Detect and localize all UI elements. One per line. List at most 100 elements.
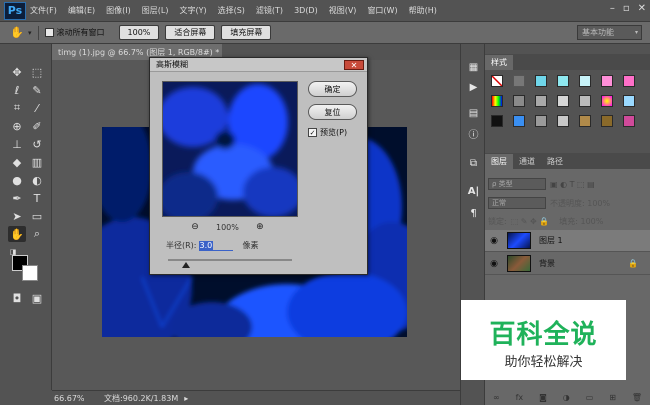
group-icon[interactable]: ▭ bbox=[586, 393, 594, 402]
pen-tool-icon[interactable]: ✒ bbox=[8, 190, 26, 206]
status-menu-arrow-icon[interactable]: ▸ bbox=[184, 394, 188, 403]
background-color-swatch[interactable] bbox=[22, 265, 38, 281]
style-swatch[interactable] bbox=[579, 75, 591, 87]
trash-icon[interactable]: 🗑 bbox=[632, 393, 642, 402]
dialog-close-button[interactable]: ✕ bbox=[344, 60, 364, 70]
layer-row-background[interactable]: ◉ 背景 🔒 bbox=[485, 253, 650, 275]
blend-mode-select[interactable]: 正常 bbox=[488, 197, 546, 209]
menu-filter[interactable]: 滤镜(T) bbox=[256, 5, 283, 16]
style-swatch[interactable] bbox=[513, 115, 525, 127]
eraser-tool-icon[interactable]: ◆ bbox=[8, 154, 26, 170]
layer-mask-icon[interactable]: ◙ bbox=[539, 393, 547, 402]
healing-brush-tool-icon[interactable]: ⊕ bbox=[8, 118, 26, 134]
layer-style-icon[interactable]: fx bbox=[516, 393, 524, 402]
filter-icons[interactable]: ▣ ◐ T ⬚ ▤ bbox=[550, 180, 595, 189]
style-swatch[interactable] bbox=[535, 115, 547, 127]
crop-tool-icon[interactable]: ⌗ bbox=[8, 100, 26, 116]
layer-kind-filter[interactable]: ρ 类型 bbox=[488, 178, 546, 190]
link-layers-icon[interactable]: ∞ bbox=[493, 393, 500, 402]
type-tool-icon[interactable]: T bbox=[28, 190, 46, 206]
style-swatch[interactable] bbox=[491, 95, 503, 107]
history-brush-tool-icon[interactable]: ↺ bbox=[28, 136, 46, 152]
style-swatch[interactable] bbox=[535, 75, 547, 87]
layer-row-layer1[interactable]: ◉ 图层 1 bbox=[485, 230, 650, 252]
info-panel-icon[interactable]: ⓘ bbox=[466, 126, 481, 141]
preview-checkbox-row[interactable]: ✓ 预览(P) bbox=[308, 127, 347, 138]
tab-channels[interactable]: 通道 bbox=[513, 154, 541, 169]
menu-edit[interactable]: 编辑(E) bbox=[68, 5, 95, 16]
workspace-select[interactable]: 基本功能 ▾ bbox=[577, 25, 642, 40]
ok-button[interactable]: 确定 bbox=[308, 81, 357, 97]
style-swatch[interactable] bbox=[579, 115, 591, 127]
blur-preview[interactable] bbox=[162, 81, 298, 217]
gradient-tool-icon[interactable]: ▥ bbox=[28, 154, 46, 170]
eyedropper-tool-icon[interactable]: ⁄ bbox=[28, 100, 46, 116]
fill-field[interactable]: 填充: 100% bbox=[559, 216, 603, 227]
zoom-in-icon[interactable]: ⊕ bbox=[255, 222, 265, 232]
properties-panel-icon[interactable]: ▤ bbox=[466, 106, 481, 120]
rectangle-tool-icon[interactable]: ▭ bbox=[28, 208, 46, 224]
clone-source-panel-icon[interactable]: ⧉ bbox=[466, 156, 481, 170]
style-swatch[interactable] bbox=[535, 95, 547, 107]
screen-mode-icon[interactable]: ▣ bbox=[28, 290, 46, 306]
style-swatch[interactable] bbox=[557, 115, 569, 127]
style-swatch[interactable] bbox=[623, 75, 635, 87]
style-swatch[interactable] bbox=[557, 95, 569, 107]
quick-mask-icon[interactable]: ◘ bbox=[8, 290, 26, 306]
lasso-tool-icon[interactable]: ℓ bbox=[8, 82, 26, 98]
clone-stamp-tool-icon[interactable]: ⊥ bbox=[8, 136, 26, 152]
zoom-tool-icon[interactable]: ⌕ bbox=[28, 226, 46, 242]
restore-icon[interactable]: ▫ bbox=[623, 3, 630, 14]
hand-tool-preset-icon[interactable]: ✋ bbox=[8, 25, 26, 41]
style-swatch[interactable] bbox=[579, 95, 591, 107]
tab-paths[interactable]: 路径 bbox=[541, 154, 569, 169]
brush-tool-icon[interactable]: ✐ bbox=[28, 118, 46, 134]
new-layer-icon[interactable]: ⊞ bbox=[609, 393, 616, 402]
eye-icon[interactable]: ◉ bbox=[485, 236, 503, 246]
minimize-icon[interactable]: – bbox=[610, 3, 615, 14]
lock-icons[interactable]: ⬚ ✎ ✥ 🔒 bbox=[511, 217, 550, 226]
radius-slider-thumb[interactable] bbox=[182, 262, 190, 268]
style-swatch-none[interactable] bbox=[491, 75, 503, 87]
style-swatch[interactable] bbox=[601, 115, 613, 127]
marquee-tool-icon[interactable]: ⬚ bbox=[28, 64, 46, 80]
quick-select-tool-icon[interactable]: ✎ bbox=[28, 82, 46, 98]
style-swatch[interactable] bbox=[513, 75, 525, 87]
paragraph-panel-icon[interactable]: ¶ bbox=[466, 206, 481, 220]
hand-tool-icon[interactable]: ✋ bbox=[8, 226, 26, 242]
character-panel-icon[interactable]: A| bbox=[466, 184, 481, 198]
menu-type[interactable]: 文字(Y) bbox=[179, 5, 206, 16]
menu-select[interactable]: 选择(S) bbox=[218, 5, 245, 16]
style-swatch[interactable] bbox=[513, 95, 525, 107]
menu-window[interactable]: 窗口(W) bbox=[367, 5, 397, 16]
radius-slider-track[interactable] bbox=[168, 259, 292, 261]
path-select-tool-icon[interactable]: ➤ bbox=[8, 208, 26, 224]
style-swatch[interactable] bbox=[557, 75, 569, 87]
dodge-tool-icon[interactable]: ◐ bbox=[28, 172, 46, 188]
tab-styles[interactable]: 样式 bbox=[485, 55, 513, 70]
status-zoom[interactable]: 66.67% bbox=[52, 394, 102, 403]
menu-3d[interactable]: 3D(D) bbox=[294, 6, 318, 15]
reset-button[interactable]: 复位 bbox=[308, 104, 357, 120]
style-swatch[interactable] bbox=[491, 115, 503, 127]
history-panel-icon[interactable]: ▦ bbox=[466, 60, 481, 74]
menu-help[interactable]: 帮助(H) bbox=[409, 5, 437, 16]
preview-checkbox[interactable]: ✓ bbox=[308, 128, 317, 137]
menu-image[interactable]: 图像(I) bbox=[106, 5, 131, 16]
move-tool-icon[interactable]: ✥ bbox=[8, 64, 26, 80]
actions-panel-icon[interactable]: ▶ bbox=[466, 80, 481, 94]
tab-layers[interactable]: 图层 bbox=[485, 154, 513, 169]
zoom-100-button[interactable]: 100% bbox=[118, 25, 160, 40]
adjustment-layer-icon[interactable]: ◑ bbox=[563, 393, 570, 402]
fit-screen-button[interactable]: 适合屏幕 bbox=[165, 25, 216, 40]
style-swatch[interactable] bbox=[601, 95, 613, 107]
opacity-field[interactable]: 不透明度: 100% bbox=[550, 198, 610, 209]
zoom-out-icon[interactable]: ⊖ bbox=[190, 222, 200, 232]
close-window-icon[interactable]: ✕ bbox=[638, 3, 646, 14]
chevron-down-icon[interactable]: ▾ bbox=[28, 29, 32, 37]
fill-screen-button[interactable]: 填充屏幕 bbox=[221, 25, 272, 40]
style-swatch[interactable] bbox=[623, 95, 635, 107]
style-swatch[interactable] bbox=[623, 115, 635, 127]
menu-view[interactable]: 视图(V) bbox=[329, 5, 357, 16]
style-swatch[interactable] bbox=[601, 75, 613, 87]
